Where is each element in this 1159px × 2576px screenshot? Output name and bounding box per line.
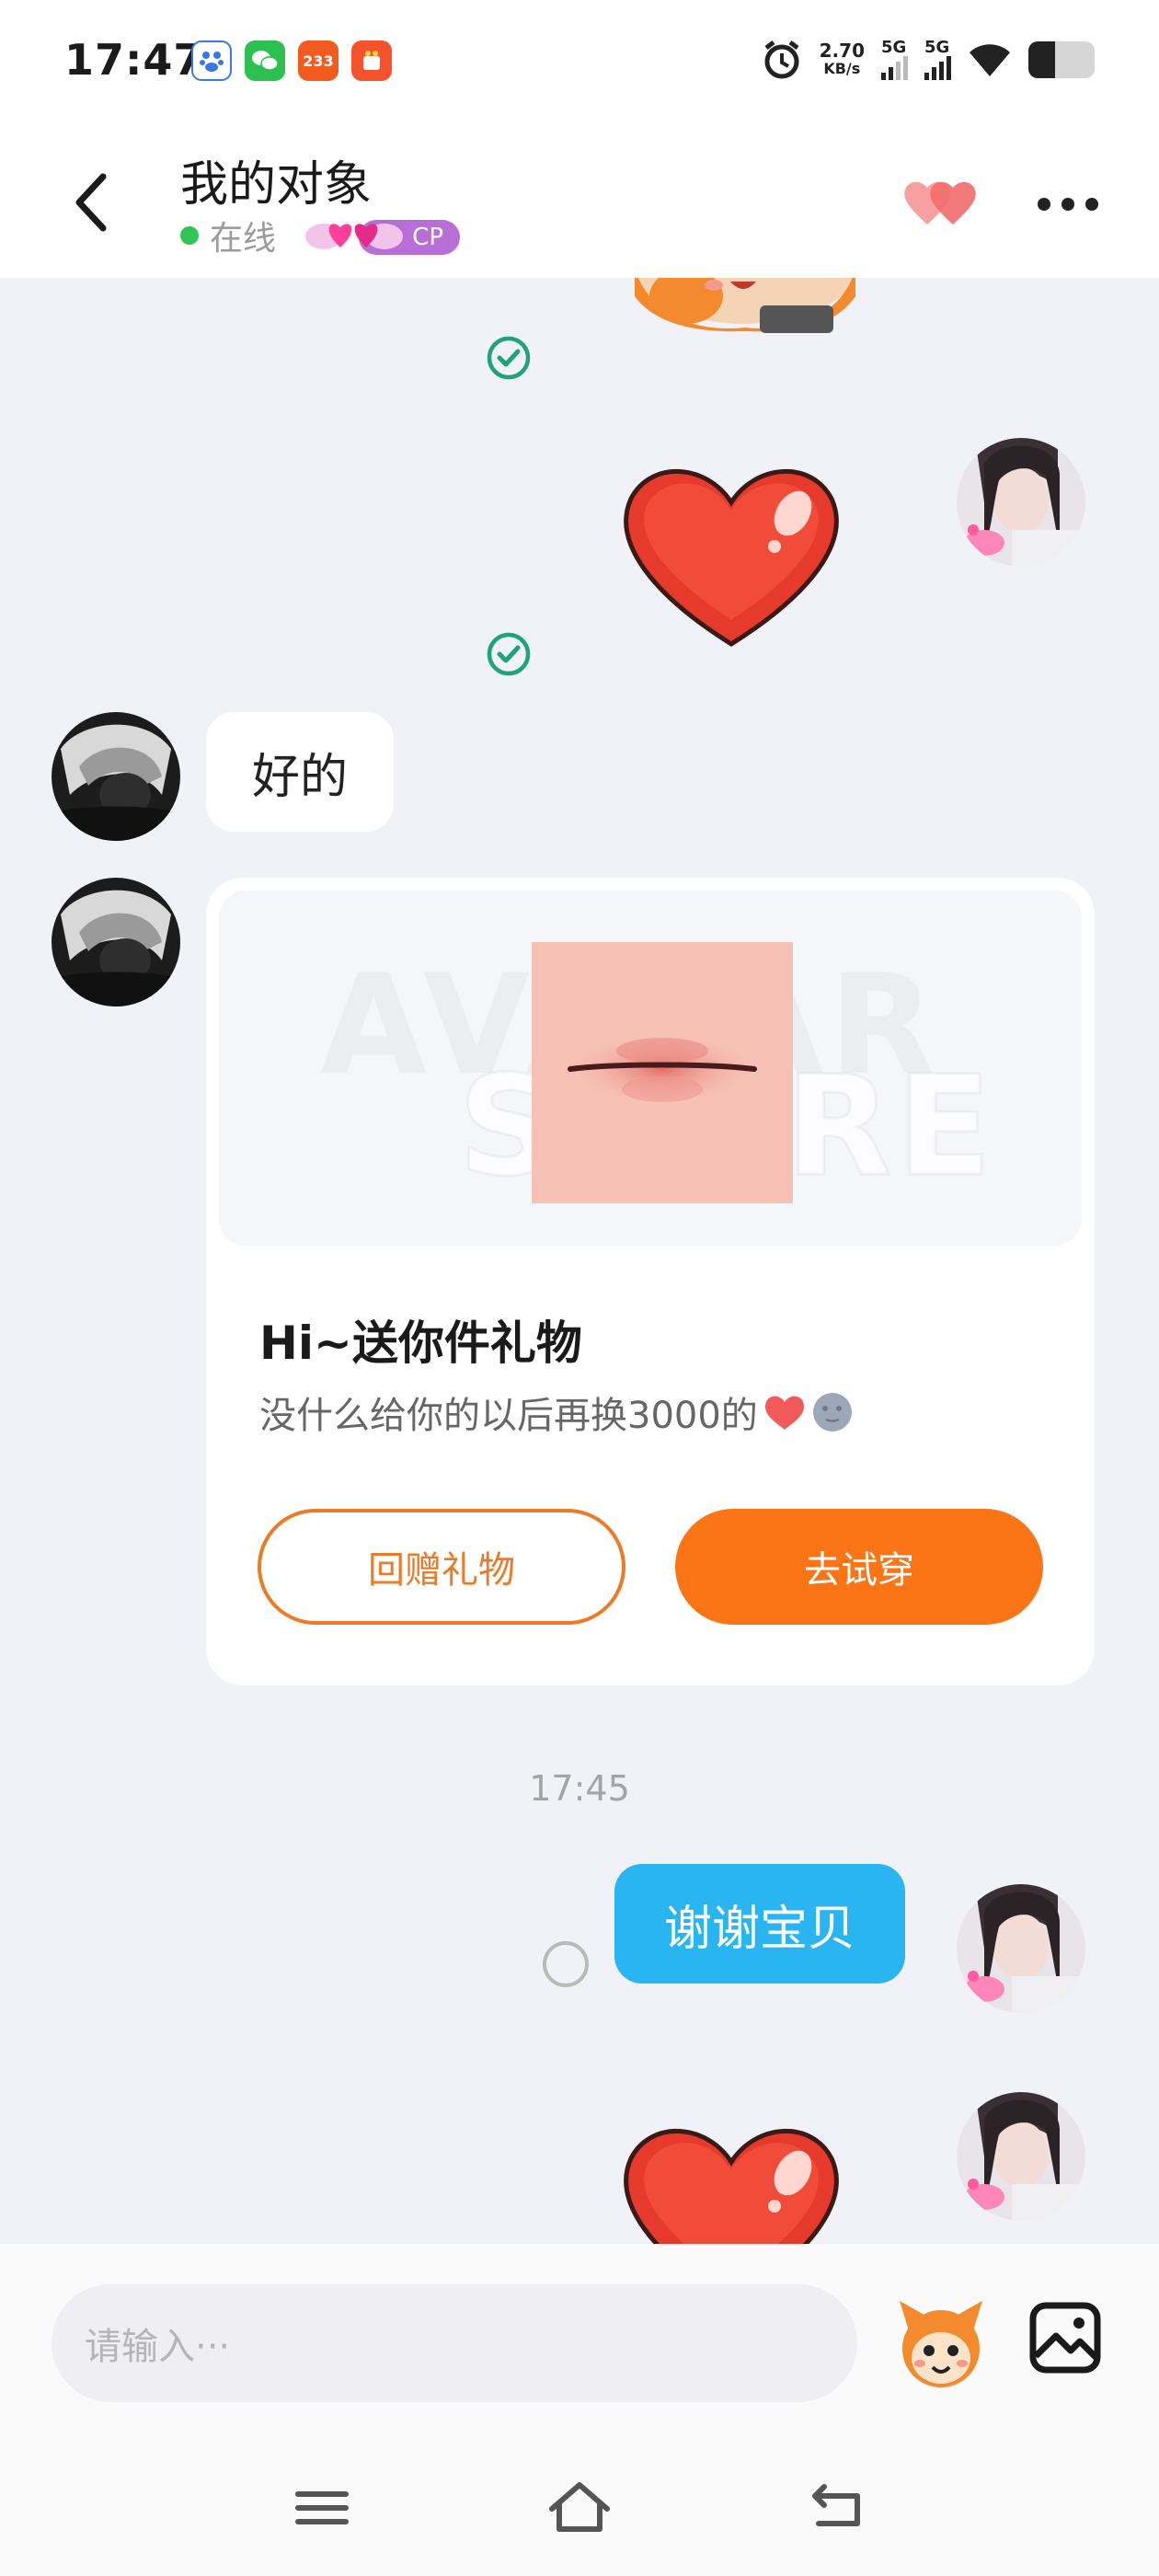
gift-card[interactable]: AVATAR STORE Hi~送你件礼物: [206, 878, 1095, 1685]
return-gift-button[interactable]: 回赠礼物: [258, 1509, 625, 1625]
heart-sticker: [624, 468, 839, 647]
online-status: 在线 CP: [180, 212, 461, 259]
chat-header: 我的对象 在线 CP: [0, 129, 1159, 278]
more-options-button[interactable]: [1038, 186, 1098, 223]
network-speed: 2.70 KB/s: [820, 41, 865, 78]
message-input[interactable]: 请输入···: [52, 2284, 857, 2402]
read-check-icon: [487, 336, 531, 380]
chat-area[interactable]: 好的 AVATAR STORE: [0, 278, 1159, 2244]
status-indicators: 2.70 KB/s 5G 5G: [761, 39, 1095, 81]
sim1-signal-icon: 5G: [881, 40, 908, 80]
message-input-bar: 请输入···: [0, 2244, 1159, 2443]
message-timestamp: 17:45: [529, 1768, 630, 1809]
status-app-icons: 233: [191, 40, 392, 81]
my-avatar[interactable]: [957, 2092, 1085, 2221]
back-nav-icon[interactable]: [802, 2478, 872, 2538]
battery-icon: [1028, 41, 1095, 78]
cp-wings-icon: [305, 224, 404, 249]
network-speed-unit: KB/s: [823, 60, 861, 77]
partner-avatar[interactable]: [52, 878, 180, 1006]
alarm-icon: [764, 40, 799, 79]
new-moon-face-emoji-icon: [812, 1393, 852, 1432]
sim2-label: 5G: [924, 38, 950, 57]
home-icon[interactable]: [545, 2478, 614, 2538]
page-title[interactable]: 我的对象: [180, 145, 372, 214]
wifi-icon: [970, 44, 1010, 76]
baidu-icon: [191, 40, 232, 81]
network-speed-value: 2.70: [819, 40, 865, 62]
received-message-bubble[interactable]: 好的: [206, 712, 395, 832]
red-heart-emoji-icon: [764, 1396, 804, 1430]
gift-message: 没什么给你的以后再换3000的: [259, 1386, 854, 1439]
online-dot: [180, 226, 199, 245]
sent-message-bubble[interactable]: 谢谢宝贝: [614, 1864, 906, 1984]
cp-badge[interactable]: CP: [304, 214, 461, 257]
sending-status-icon: [543, 1941, 589, 1987]
sim2-signal-icon: 5G: [924, 40, 951, 80]
my-avatar[interactable]: [957, 1884, 1085, 2013]
image-picker-icon[interactable]: [1028, 2301, 1102, 2375]
cartoon-sticker: [635, 278, 855, 333]
menu-icon[interactable]: [287, 2478, 357, 2538]
mascot-emoji-icon[interactable]: [890, 2294, 992, 2395]
gift-lips-image: [532, 942, 793, 1203]
status-bar: 17:47 233 2.70 KB/s 5G 5G: [0, 0, 1159, 129]
heart-sticker: [624, 2128, 839, 2244]
chevron-left-icon: [75, 173, 107, 232]
my-avatar[interactable]: [957, 438, 1085, 567]
status-time: 17:47: [64, 35, 204, 85]
gift-message-text: 没什么给你的以后再换3000的: [259, 1395, 758, 1437]
233-icon: 233: [298, 40, 339, 81]
partner-avatar[interactable]: [52, 712, 180, 841]
read-check-icon: [487, 632, 531, 676]
couple-hearts-icon[interactable]: [901, 177, 979, 230]
battery-fill: [1028, 41, 1055, 78]
try-on-button[interactable]: 去试穿: [675, 1509, 1043, 1625]
system-navigation-bar: [0, 2443, 1159, 2576]
gift-title: Hi~送你件礼物: [259, 1317, 582, 1370]
sim1-label: 5G: [881, 38, 907, 57]
gift-image-area[interactable]: AVATAR STORE: [219, 891, 1082, 1246]
online-status-text: 在线: [210, 220, 277, 258]
wechat-icon: [245, 40, 285, 81]
back-button[interactable]: [64, 170, 116, 235]
app-store-icon: [351, 40, 392, 81]
